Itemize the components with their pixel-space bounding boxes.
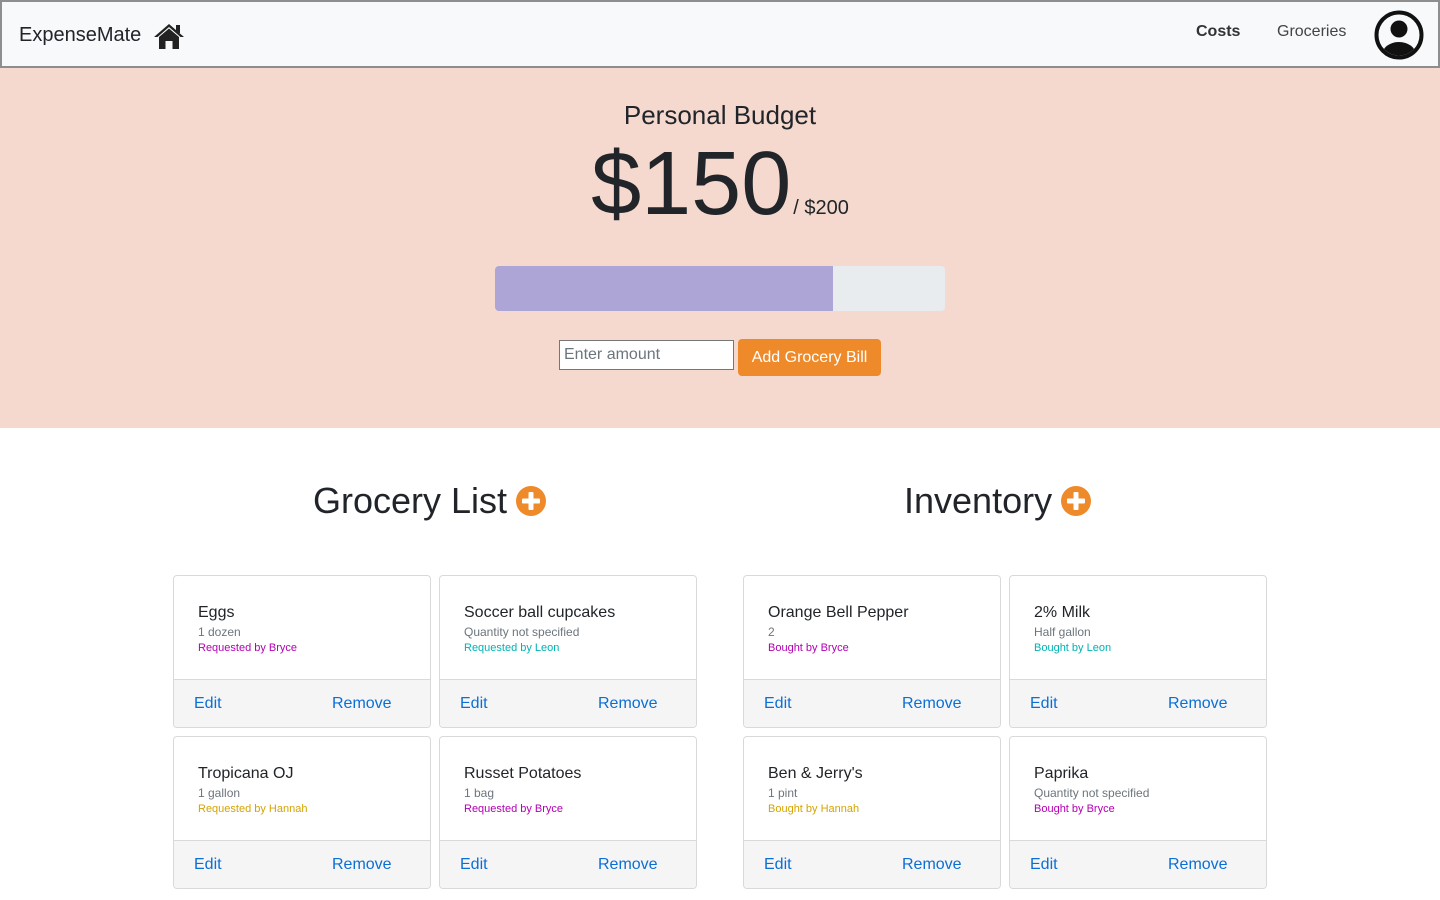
edit-link[interactable]: Edit [1030,856,1058,874]
budget-progress-fill [495,266,833,311]
item-name: Soccer ball cupcakes [464,604,616,621]
inventory-card: Ben & Jerry's 1 pint Bought by Hannah Ed… [743,736,1001,889]
item-buyer: Bought by Hannah [768,803,860,815]
brand-name[interactable]: ExpenseMate [19,24,141,47]
inventory-card: 2% Milk Half gallon Bought by Leon Edit … [1009,575,1267,728]
budget-title: Personal Budget [623,100,817,130]
budget-progress-bar [495,266,945,311]
item-quantity: Half gallon [1034,625,1091,639]
item-name: 2% Milk [1034,604,1091,621]
budget-amount-row: $150/ $200 [0,134,1440,234]
card-footer: Edit Remove [744,840,1000,888]
item-quantity: Quantity not specified [1034,786,1150,800]
inventory-heading: Inventory [904,480,1053,521]
add-grocery-bill-button[interactable]: Add Grocery Bill [738,339,881,376]
budget-panel: Personal Budget $150/ $200 Add Grocery B… [0,68,1440,428]
item-buyer: Bought by Leon [1034,642,1112,654]
card-footer: Edit Remove [440,840,696,888]
item-name: Paprika [1034,765,1089,782]
nav-link-groceries[interactable]: Groceries [1277,23,1346,41]
grocery-card: Tropicana OJ 1 gallon Requested by Hanna… [173,736,431,889]
grocery-card: Eggs 1 dozen Requested by Bryce Edit Rem… [173,575,431,728]
item-quantity: Quantity not specified [464,625,580,639]
plus-circle-icon[interactable] [1060,485,1092,517]
grocery-list-heading: Grocery List [313,480,508,521]
amount-input[interactable] [559,340,734,370]
nav-link-costs[interactable]: Costs [1196,23,1240,41]
item-name: Russet Potatoes [464,765,582,782]
card-footer: Edit Remove [744,679,1000,727]
edit-link[interactable]: Edit [764,856,792,874]
card-footer: Edit Remove [174,679,430,727]
card-footer: Edit Remove [174,840,430,888]
grocery-card: Soccer ball cupcakes Quantity not specif… [439,575,697,728]
budget-total: / $200 [793,197,849,219]
item-name: Tropicana OJ [198,765,294,782]
inventory-card: Orange Bell Pepper 2 Bought by Bryce Edi… [743,575,1001,728]
plus-circle-icon[interactable] [515,485,547,517]
remove-link[interactable]: Remove [1168,856,1228,874]
item-quantity: 1 pint [768,786,798,800]
card-footer: Edit Remove [1010,679,1266,727]
item-requester: Requested by Hannah [198,803,308,815]
remove-link[interactable]: Remove [902,695,962,713]
inventory-header: Inventory [904,480,1092,522]
item-buyer: Bought by Bryce [768,642,849,654]
card-footer: Edit Remove [440,679,696,727]
inventory-card: Paprika Quantity not specified Bought by… [1009,736,1267,889]
item-name: Eggs [198,604,235,621]
grocery-list-header: Grocery List [313,480,547,522]
remove-link[interactable]: Remove [598,856,658,874]
edit-link[interactable]: Edit [460,695,488,713]
item-name: Orange Bell Pepper [768,604,909,621]
item-name: Ben & Jerry's [768,765,863,782]
remove-link[interactable]: Remove [598,695,658,713]
item-requester: Requested by Bryce [198,642,298,654]
item-buyer: Bought by Bryce [1034,803,1115,815]
edit-link[interactable]: Edit [1030,695,1058,713]
navbar: ExpenseMate Costs Groceries [0,0,1440,68]
edit-link[interactable]: Edit [460,856,488,874]
edit-link[interactable]: Edit [764,695,792,713]
home-icon[interactable] [153,22,185,50]
item-quantity: 2 [768,625,775,639]
card-footer: Edit Remove [1010,840,1266,888]
remove-link[interactable]: Remove [332,695,392,713]
item-quantity: 1 bag [464,786,495,800]
edit-link[interactable]: Edit [194,856,222,874]
remove-link[interactable]: Remove [332,856,392,874]
item-requester: Requested by Bryce [464,803,564,815]
edit-link[interactable]: Edit [194,695,222,713]
item-requester: Requested by Leon [464,642,560,654]
item-quantity: 1 gallon [198,786,241,800]
user-circle-icon[interactable] [1374,10,1424,60]
budget-spent: $150 [591,134,792,234]
grocery-card: Russet Potatoes 1 bag Requested by Bryce… [439,736,697,889]
remove-link[interactable]: Remove [1168,695,1228,713]
remove-link[interactable]: Remove [902,856,962,874]
item-quantity: 1 dozen [198,625,241,639]
